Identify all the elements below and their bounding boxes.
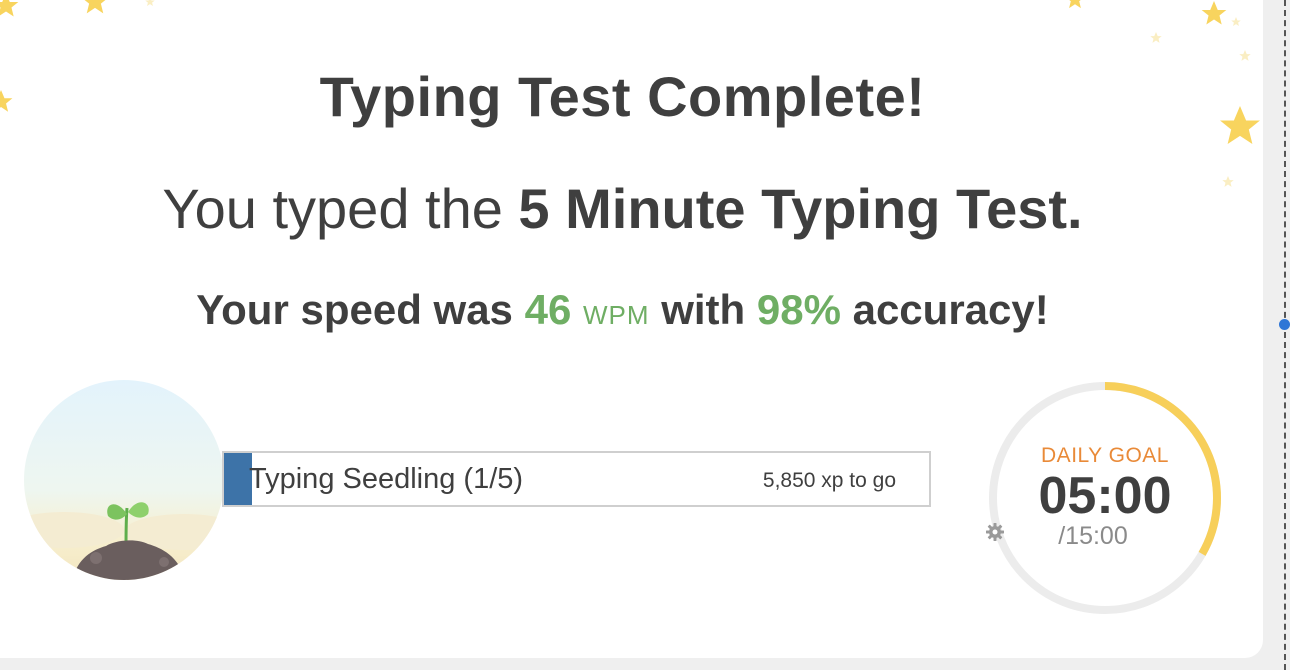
- speed-middle: with: [649, 286, 757, 333]
- test-name: 5 Minute Typing Test.: [518, 177, 1083, 240]
- level-badge-seedling: [24, 380, 224, 580]
- xp-remaining: 5,850 xp to go: [762, 469, 896, 492]
- speed-prefix: Your speed was: [196, 286, 525, 333]
- level-name: Typing Seedling (1/5): [249, 463, 524, 495]
- summary-prefix: You typed the: [162, 177, 519, 240]
- resize-handle[interactable]: [1279, 319, 1290, 330]
- seedling-icon: [24, 380, 224, 580]
- level-progress-fill: [224, 453, 253, 505]
- wpm-unit: WPM: [582, 300, 650, 330]
- gear-icon[interactable]: [986, 523, 1152, 546]
- daily-goal-total: /15:00: [985, 522, 1225, 551]
- wpm-value: 46: [524, 286, 572, 333]
- page-title: Typing Test Complete!: [319, 65, 926, 128]
- daily-goal-total-value: /15:00: [1058, 522, 1128, 550]
- test-summary: You typed the 5 Minute Typing Test.: [0, 176, 1245, 241]
- level-progress-bar: Typing Seedling (1/5) 5,850 xp to go: [222, 451, 931, 507]
- speed-summary: Your speed was 46 WPM with 98% accuracy!: [0, 286, 1245, 334]
- speed-suffix: accuracy!: [840, 286, 1049, 333]
- daily-goal-time: 05:00: [1038, 467, 1172, 525]
- accuracy-value: 98%: [756, 286, 841, 333]
- daily-goal-label: DAILY GOAL: [1041, 444, 1169, 467]
- panel-divider: [1284, 0, 1286, 670]
- daily-goal-widget: DAILY GOAL 05:00 /15:00: [985, 378, 1225, 618]
